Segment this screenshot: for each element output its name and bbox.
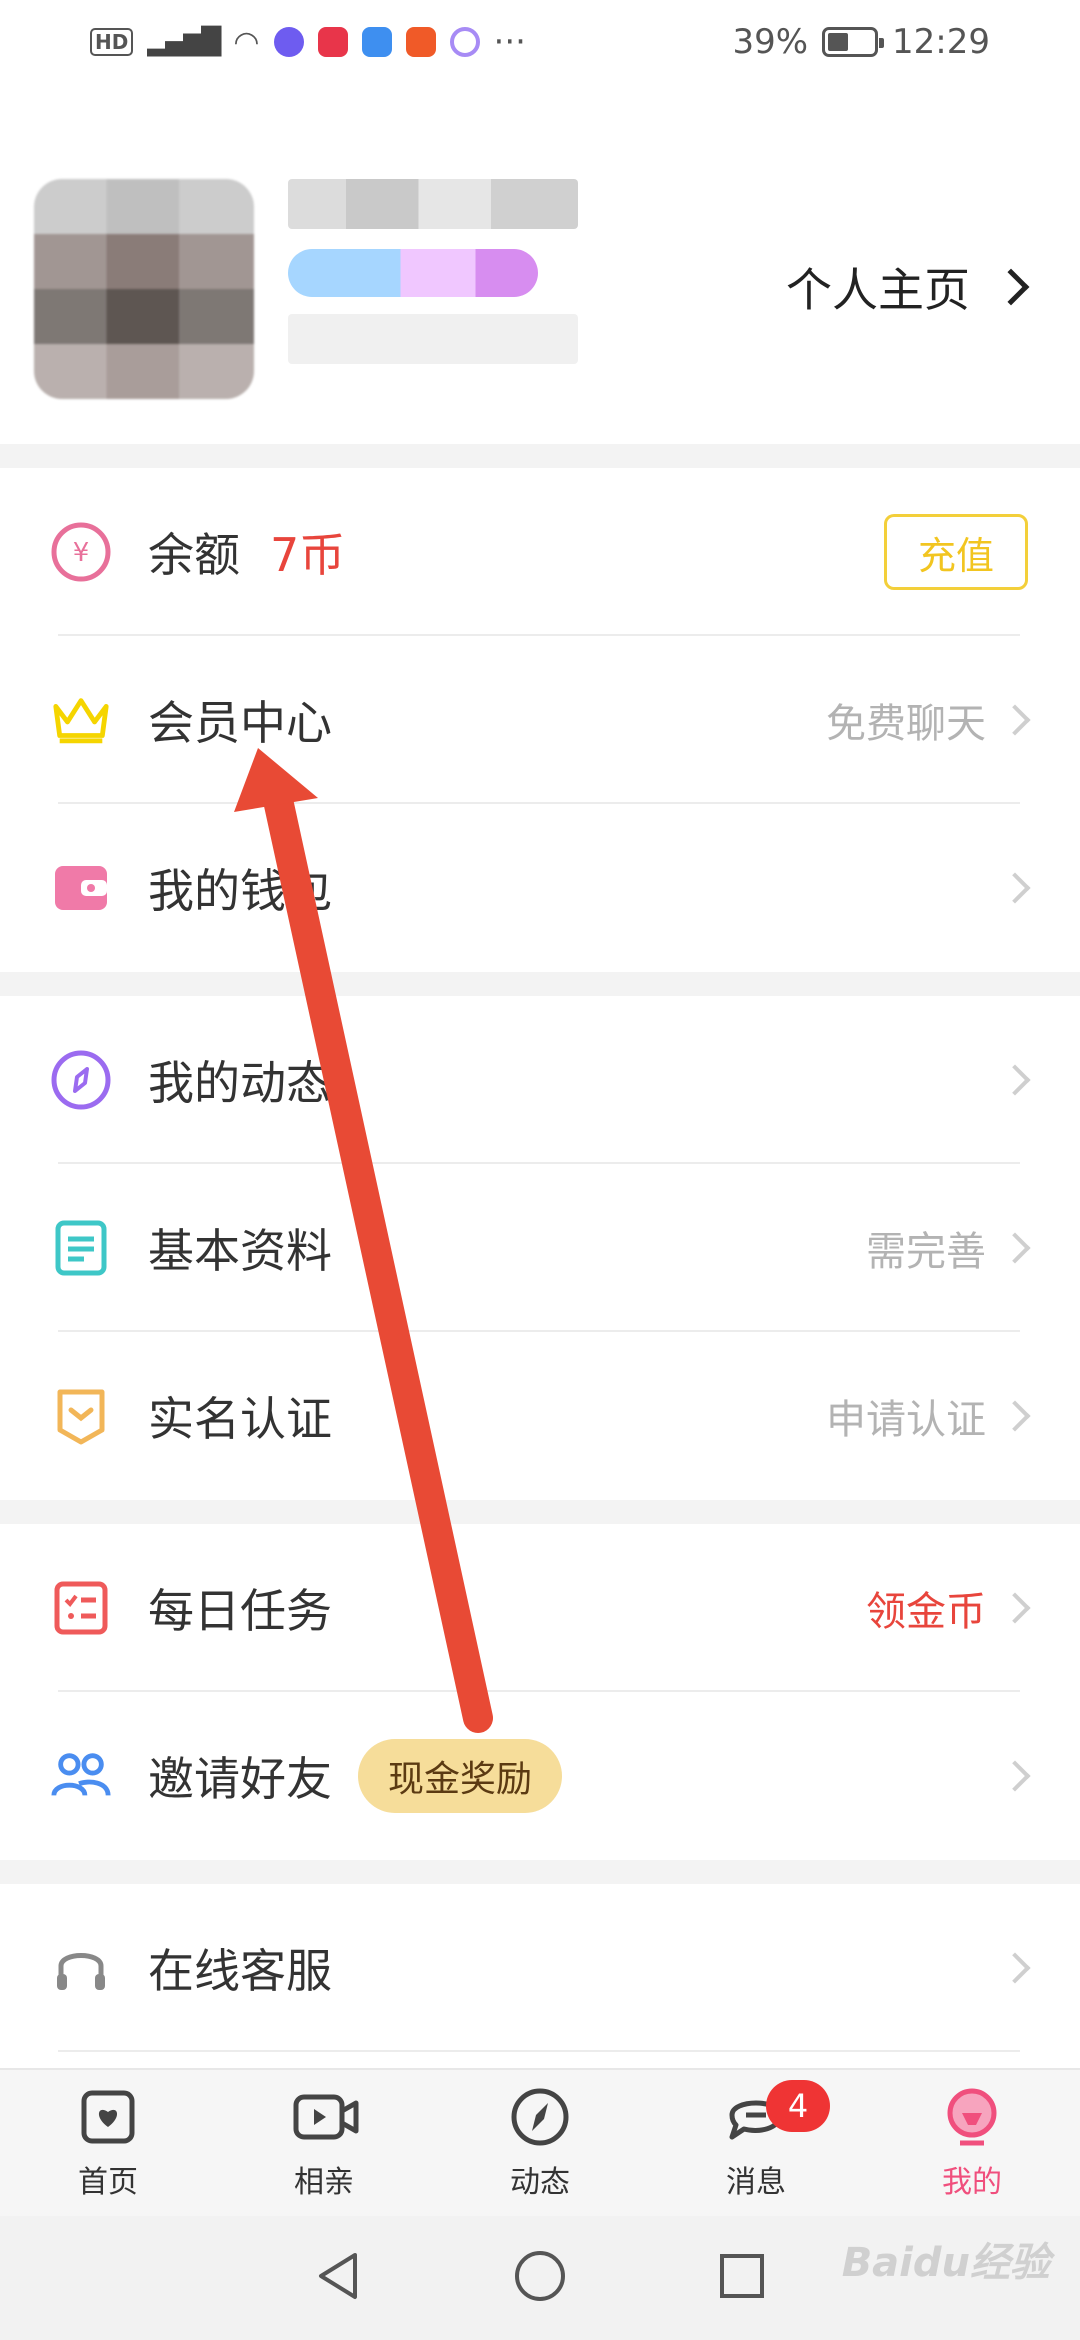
tab-dating-label: 相亲 [294, 2165, 354, 2200]
wallet-icon [50, 857, 112, 919]
chevron-right-icon [999, 1952, 1031, 1984]
daily-tasks-label: 每日任务 [148, 1584, 332, 1638]
wallet-label: 我的钱包 [148, 864, 332, 918]
tab-home-label: 首页 [78, 2165, 138, 2200]
cloud-app-icon [361, 27, 392, 57]
battery-percent: 39% [732, 22, 809, 62]
profile-icon [940, 2085, 1004, 2149]
headset-icon [50, 1937, 112, 1999]
status-bar: HD ▂▄▆█ ◠ ··· 39% 12:29 [0, 0, 1080, 84]
tab-messages[interactable]: 4 消息 [648, 2070, 864, 2216]
chevron-right-icon [999, 1232, 1031, 1264]
daily-tasks-row[interactable]: 每日任务 领金币 [0, 1524, 1080, 1692]
wallet-row[interactable]: 我的钱包 [0, 804, 1080, 972]
customer-service-label: 在线客服 [148, 1944, 332, 1998]
personal-homepage-label: 个人主页 [786, 263, 970, 317]
real-name-hint: 申请认证 [826, 1387, 1031, 1445]
signal-icon: ▂▄▆█ [147, 27, 221, 57]
account-section: ¥ 余额 7币 充值 会员中心 免费聊天 我的钱包 [0, 468, 1080, 972]
section-gap [0, 1500, 1080, 1524]
personal-homepage-link[interactable]: 个人主页 [786, 254, 1030, 320]
blurred-tags [288, 249, 538, 297]
basic-info-label: 基本资料 [148, 1224, 332, 1278]
balance-row[interactable]: ¥ 余额 7币 充值 [0, 468, 1080, 636]
section-gap [0, 444, 1080, 468]
tab-me[interactable]: 我的 [864, 2070, 1080, 2216]
recents-icon[interactable] [717, 2251, 767, 2305]
video-icon [292, 2085, 359, 2149]
chevron-right-icon [999, 1064, 1031, 1096]
unread-badge: 4 [766, 2080, 830, 2132]
tab-me-label: 我的 [942, 2165, 1002, 2200]
heart-card-icon [76, 2085, 140, 2149]
status-left: HD ▂▄▆█ ◠ ··· [90, 22, 526, 62]
document-icon [50, 1217, 112, 1279]
chevron-right-icon [999, 872, 1031, 904]
wifi-icon: ◠ [233, 24, 260, 60]
invite-friends-label: 邀请好友 [148, 1752, 332, 1806]
my-moments-label: 我的动态 [148, 1056, 332, 1110]
profile-section: 我的动态 基本资料 需完善 实名认证 申请认证 [0, 996, 1080, 1500]
ring-app-icon [449, 27, 480, 57]
crown-icon [50, 689, 112, 751]
verified-badge-icon [50, 1385, 112, 1447]
compass-icon [508, 2085, 572, 2149]
wallet-hint [999, 872, 1031, 904]
bottom-tab-bar: 首页 相亲 动态 4 消息 我的 [0, 2068, 1080, 2216]
task-list-icon [50, 1577, 112, 1639]
my-moments-row[interactable]: 我的动态 [0, 996, 1080, 1164]
store-app-icon [405, 27, 436, 57]
blurred-subtitle [288, 314, 578, 364]
balance-label: 余额 7币 [148, 528, 346, 582]
people-icon [50, 1745, 112, 1807]
tab-moments[interactable]: 动态 [432, 2070, 648, 2216]
balance-value: 7币 [270, 528, 346, 582]
watermark: Baidu经验 [841, 2240, 1050, 2286]
battery-icon [822, 27, 885, 57]
huawei-app-icon [317, 27, 348, 57]
yen-icon: ¥ [50, 521, 112, 583]
tab-moments-label: 动态 [510, 2165, 570, 2200]
profile-header: 个人主页 [0, 84, 1080, 444]
real-name-label: 实名认证 [148, 1392, 332, 1446]
real-name-row[interactable]: 实名认证 申请认证 [0, 1332, 1080, 1500]
svg-text:¥: ¥ [73, 538, 90, 568]
blurred-username [288, 179, 578, 229]
music-app-icon [273, 27, 304, 57]
more-notifications-icon: ··· [493, 22, 526, 62]
tab-home[interactable]: 首页 [0, 2070, 216, 2216]
chevron-right-icon [992, 268, 1030, 306]
back-icon[interactable] [313, 2249, 363, 2307]
tab-dating[interactable]: 相亲 [216, 2070, 432, 2216]
section-gap [0, 1860, 1080, 1884]
chevron-right-icon [999, 1400, 1031, 1432]
divider [58, 2050, 1020, 2052]
chevron-right-icon [999, 1760, 1031, 1792]
chevron-right-icon [999, 1592, 1031, 1624]
home-icon[interactable] [513, 2249, 567, 2307]
section-gap [0, 972, 1080, 996]
basic-info-hint: 需完善 [866, 1219, 1031, 1277]
vip-center-row[interactable]: 会员中心 免费聊天 [0, 636, 1080, 804]
daily-tasks-hint: 领金币 [866, 1579, 1031, 1637]
hd-icon: HD [90, 28, 134, 56]
support-section: 在线客服 [0, 1884, 1080, 2052]
tasks-section: 每日任务 领金币 邀请好友 现金奖励 [0, 1524, 1080, 1860]
cash-reward-badge: 现金奖励 [358, 1739, 563, 1813]
status-right: 39% 12:29 [732, 22, 990, 62]
compass-icon [50, 1049, 112, 1111]
tab-messages-label: 消息 [726, 2165, 786, 2200]
basic-info-row[interactable]: 基本资料 需完善 [0, 1164, 1080, 1332]
vip-center-hint: 免费聊天 [826, 691, 1031, 749]
vip-center-label: 会员中心 [148, 696, 332, 750]
avatar[interactable] [34, 179, 254, 399]
clock: 12:29 [892, 22, 990, 62]
invite-friends-row[interactable]: 邀请好友 现金奖励 [0, 1692, 1080, 1860]
chevron-right-icon [999, 704, 1031, 736]
customer-service-row[interactable]: 在线客服 [0, 1884, 1080, 2052]
recharge-button[interactable]: 充值 [884, 514, 1028, 590]
